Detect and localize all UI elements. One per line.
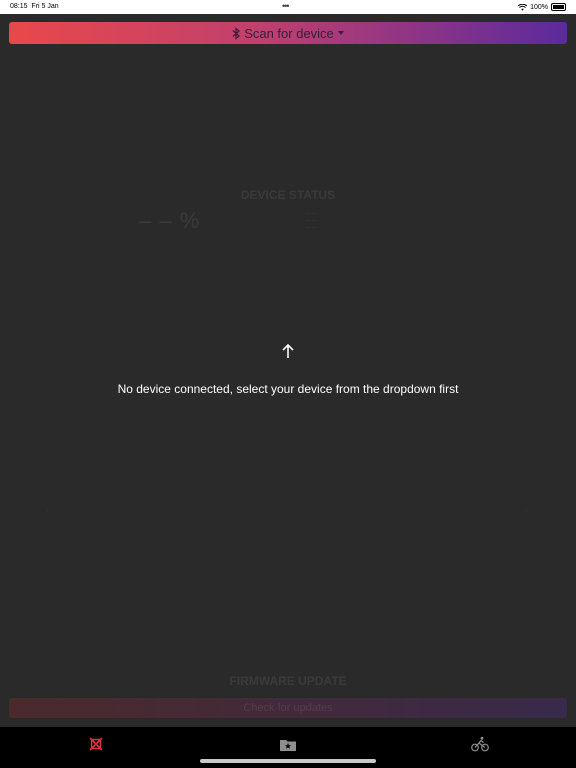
- scan-label: Scan for device: [244, 25, 334, 41]
- folder-star-icon: [280, 739, 296, 751]
- device-icon: [89, 737, 103, 751]
- tab-device[interactable]: [84, 732, 108, 756]
- chevron-left-icon[interactable]: ‹: [40, 505, 56, 515]
- status-right: 100%: [518, 3, 566, 11]
- tab-ride[interactable]: [468, 732, 492, 756]
- stat-line: — —: [306, 225, 318, 231]
- no-device-message: No device connected, select your device …: [117, 382, 459, 396]
- wifi-icon: [518, 3, 528, 11]
- stat-line: — —: [306, 211, 318, 217]
- bicycle-icon: [471, 736, 489, 752]
- stat-line: — —: [306, 218, 318, 224]
- scan-device-dropdown[interactable]: Scan for device: [9, 22, 567, 44]
- check-updates-button[interactable]: Check for updates: [9, 698, 567, 718]
- arrow-up-icon: [0, 342, 576, 365]
- home-indicator[interactable]: [200, 759, 376, 763]
- caret-down-icon: [337, 31, 344, 35]
- device-status-title: DEVICE STATUS: [240, 188, 336, 202]
- chevron-right-icon[interactable]: ›: [518, 505, 534, 515]
- bluetooth-icon: [232, 26, 241, 40]
- multitasking-dots[interactable]: •••: [282, 1, 290, 11]
- tab-favorites[interactable]: [276, 732, 300, 756]
- firmware-update-title: FIRMWARE UPDATE: [229, 674, 347, 688]
- status-bar: 08:15 Fri 5 Jan ••• 100%: [0, 0, 576, 14]
- battery-icon: [551, 3, 566, 11]
- status-time: 08:15 Fri 5 Jan: [10, 3, 59, 10]
- battery-percent-readout: – – %: [139, 208, 201, 233]
- device-stats: — — — — — —: [306, 211, 317, 232]
- battery-percent: 100%: [530, 3, 548, 11]
